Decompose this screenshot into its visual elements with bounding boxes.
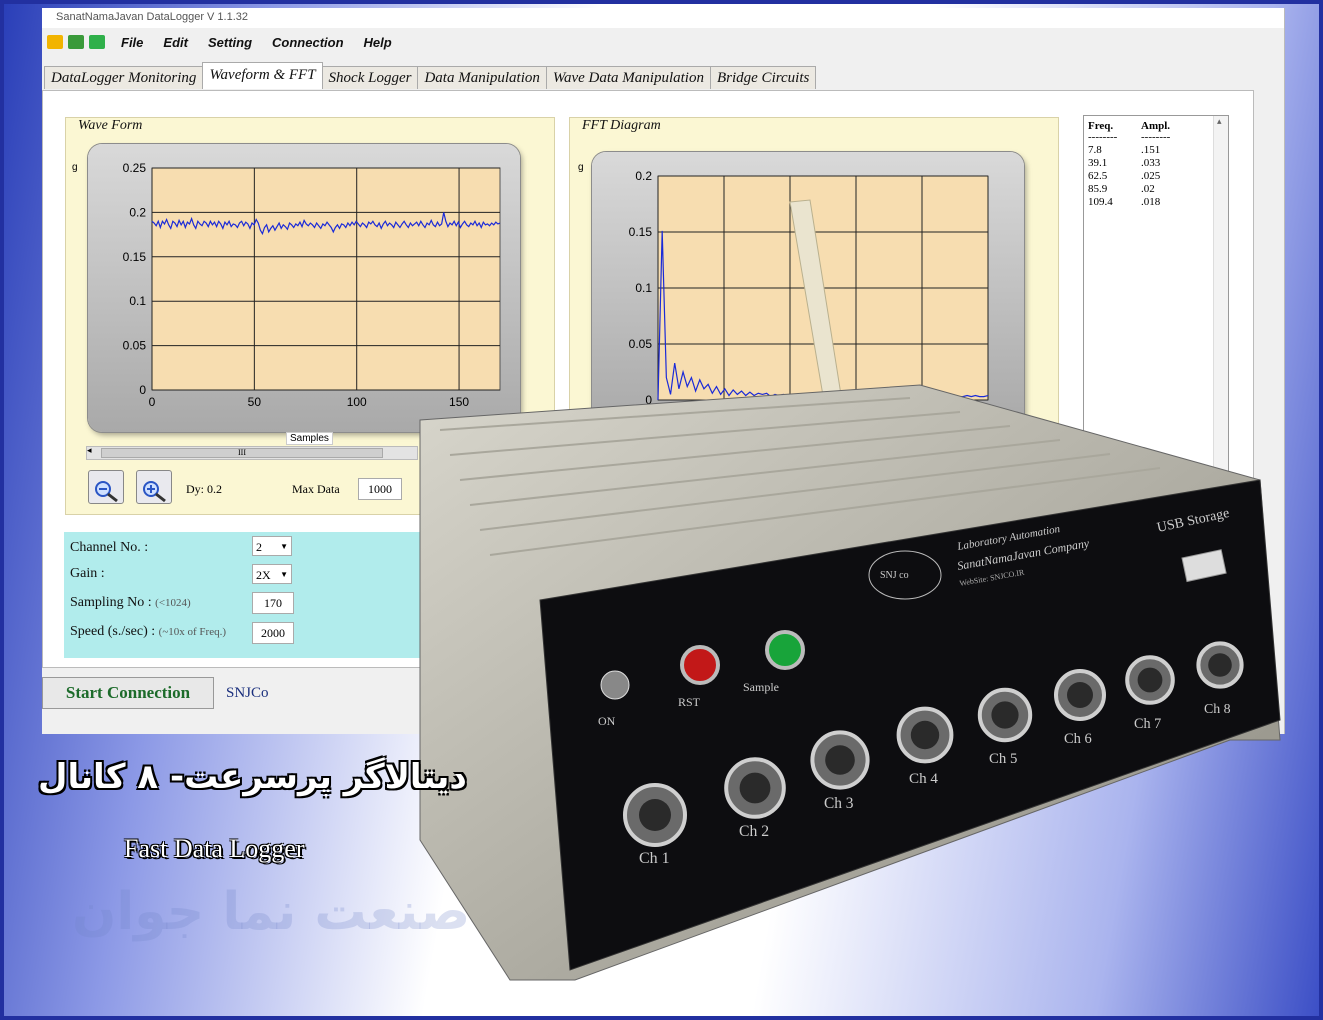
x-tick-label: 100	[347, 395, 367, 409]
tab-waveform-fft[interactable]: Waveform & FFT	[202, 62, 323, 89]
settings-panel: Channel No. : 2 ▼ Gain : 2X ▼ Sampling No …	[64, 532, 444, 658]
zoom-in-icon	[143, 481, 166, 503]
channel-select[interactable]: 2 ▼	[252, 536, 292, 556]
waveform-unit: g	[72, 162, 78, 173]
connector-socket	[910, 720, 940, 750]
freq-sep: --------	[1088, 131, 1118, 143]
speed-label-text: Speed (s./sec) :	[70, 624, 156, 639]
zoom-out-button[interactable]	[88, 470, 124, 504]
connector-socket	[739, 772, 771, 804]
menu-help[interactable]: Help	[354, 35, 402, 50]
channel-label: Ch 2	[739, 823, 769, 840]
connector-socket	[991, 701, 1019, 729]
channel-label: Ch 8	[1204, 702, 1231, 717]
scrollbar-thumb[interactable]: III	[101, 448, 383, 458]
sampling-input[interactable]: 170	[252, 592, 294, 614]
channel-value: 2	[256, 540, 262, 554]
caption-english: Fast Data Logger	[124, 834, 305, 863]
switch-label-on: ON	[598, 714, 616, 728]
y-tick-label: 0.25	[123, 161, 147, 175]
export-icon[interactable]	[89, 35, 105, 49]
chevron-down-icon: ▼	[280, 570, 288, 579]
connector-socket	[1067, 682, 1093, 708]
ampl-value: .151	[1141, 144, 1161, 156]
freq-value: 7.8	[1088, 144, 1102, 156]
y-tick-label: 0.15	[123, 250, 147, 264]
scroll-left-icon[interactable]: ◂	[87, 445, 92, 456]
datalogger-device-image: SNJ co Laboratory Automation SanatNamaJa…	[419, 199, 1281, 981]
y-tick-label: 0.05	[123, 339, 147, 353]
y-tick-label: 0.1	[129, 294, 146, 308]
zoom-out-icon	[95, 481, 118, 503]
speed-label: Speed (s./sec) : (~10x of Freq.)	[70, 624, 226, 640]
save-icon[interactable]	[68, 35, 84, 49]
ampl-value: .033	[1141, 157, 1161, 169]
sampling-label: Sampling No : (<1024)	[70, 595, 191, 611]
fft-title: FFT Diagram	[582, 118, 661, 133]
switch-label-sample: Sample	[743, 680, 779, 694]
zoom-in-button[interactable]	[136, 470, 172, 504]
speed-hint: (~10x of Freq.)	[158, 626, 227, 638]
tab-shock-logger[interactable]: Shock Logger	[321, 66, 419, 89]
gain-label: Gain :	[70, 566, 105, 581]
menu-bar: File Edit Setting Connection Help	[42, 30, 1284, 54]
max-data-label: Max Data	[292, 482, 340, 496]
device-brand: SNJ co	[880, 570, 909, 581]
channel-label: Ch 6	[1064, 731, 1092, 747]
reset-button[interactable]	[680, 645, 720, 685]
connector-socket	[825, 745, 855, 775]
gain-value: 2X	[256, 568, 271, 582]
tab-strip: DataLogger Monitoring Waveform & FFT Sho…	[44, 62, 817, 90]
start-connection-button[interactable]: Start Connection	[42, 677, 214, 709]
channel-label: Ch 4	[909, 771, 938, 787]
window-title: SanatNamaJavan DataLogger V 1.1.32	[42, 8, 1284, 28]
tab-wave-data-manipulation[interactable]: Wave Data Manipulation	[545, 66, 711, 89]
fft-unit: g	[578, 162, 584, 173]
speed-input[interactable]: 2000	[252, 622, 294, 644]
company-label: SNJCo	[226, 685, 269, 701]
tab-bridge-circuits[interactable]: Bridge Circuits	[709, 66, 817, 89]
scroll-up-icon[interactable]: ▴	[1217, 116, 1222, 127]
x-tick-label: 50	[248, 395, 262, 409]
power-switch[interactable]	[600, 670, 630, 700]
connector-socket	[1208, 653, 1232, 677]
tab-data-manipulation[interactable]: Data Manipulation	[417, 66, 547, 89]
waveform-title: Wave Form	[78, 118, 143, 133]
y-tick-label: 0.2	[129, 205, 146, 219]
dy-label: Dy: 0.2	[186, 482, 222, 496]
sample-button[interactable]	[765, 630, 805, 670]
waveform-scrollbar[interactable]: ◂ III	[86, 445, 418, 460]
menu-file[interactable]: File	[111, 35, 153, 50]
channel-label: Ch 5	[989, 751, 1017, 767]
gain-select[interactable]: 2X ▼	[252, 564, 292, 584]
menu-connection[interactable]: Connection	[262, 35, 354, 50]
caption-persian: دیتالاگر پرسرعت- ۸ کانال	[38, 757, 467, 797]
freq-value: 39.1	[1088, 157, 1108, 169]
connector-socket	[639, 799, 671, 831]
watermark-logo: صنعت نما جوان	[72, 882, 471, 942]
channel-label: Ch 3	[824, 795, 854, 812]
tab-datalogger-monitoring[interactable]: DataLogger Monitoring	[44, 66, 204, 89]
menu-setting[interactable]: Setting	[198, 35, 262, 50]
open-folder-icon[interactable]	[47, 35, 63, 49]
chevron-down-icon: ▼	[280, 542, 288, 551]
switch-label-rst: RST	[678, 695, 701, 709]
channel-label: Ch 1	[639, 850, 670, 867]
ampl-sep: --------	[1141, 131, 1171, 143]
max-data-input[interactable]: 1000	[358, 478, 402, 500]
y-tick-label: 0	[139, 383, 146, 397]
connector-socket	[1137, 667, 1163, 693]
channel-label: Ch 7	[1134, 716, 1161, 732]
channel-label: Channel No. :	[70, 540, 149, 555]
sampling-hint: (<1024)	[155, 597, 191, 609]
waveform-xlabel: Samples	[286, 432, 333, 445]
x-tick-label: 0	[149, 395, 156, 409]
sampling-label-text: Sampling No :	[70, 595, 152, 610]
menu-edit[interactable]: Edit	[153, 35, 198, 50]
